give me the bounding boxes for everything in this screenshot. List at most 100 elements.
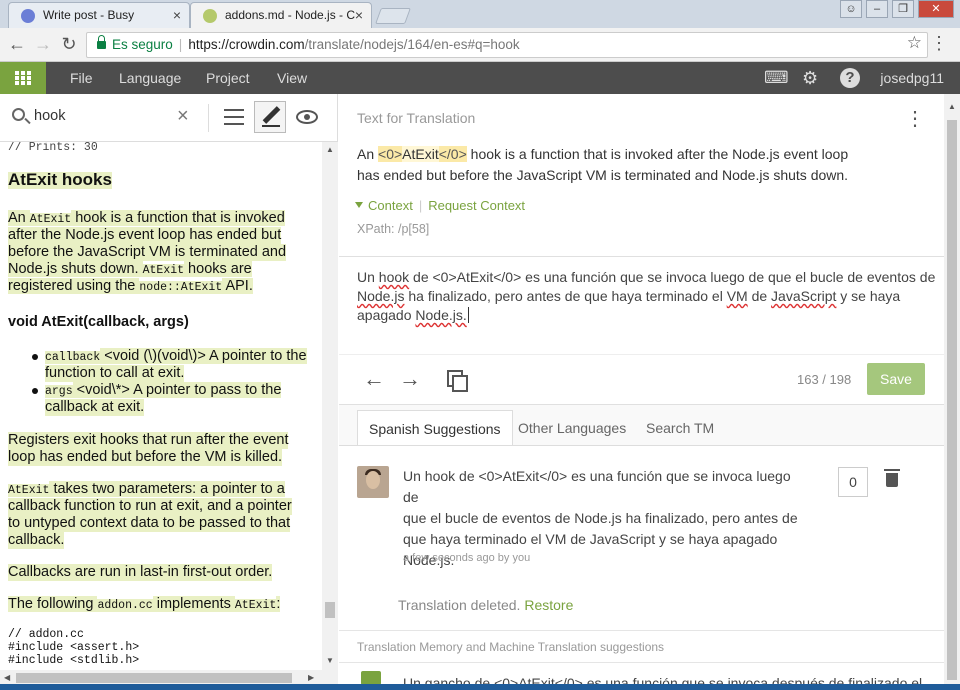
- close-window-button[interactable]: ✕: [918, 0, 954, 18]
- list-view-icon[interactable]: [224, 109, 244, 130]
- doc-list-item[interactable]: callback <void (\)(void\)> A pointer to …: [45, 348, 307, 367]
- tab-search-tm[interactable]: Search TM: [635, 410, 725, 446]
- browser-tab-crowdin[interactable]: addons.md - Node.js - C ×: [190, 2, 372, 28]
- scroll-left-icon[interactable]: ◀: [4, 673, 10, 682]
- lock-icon: [97, 35, 106, 49]
- context-links: Context | Request Context: [355, 198, 525, 213]
- url-input[interactable]: Es seguro | https://crowdin.com/translate/…: [86, 32, 928, 58]
- doc-paragraph-line[interactable]: The following addon.cc implements AtExit…: [8, 596, 281, 615]
- vote-count[interactable]: 0: [838, 467, 868, 497]
- document-panel: × // Prints: 30 AtExit hooks An AtExit h…: [0, 94, 338, 690]
- username[interactable]: josedpg11: [880, 70, 944, 86]
- clear-search-icon[interactable]: ×: [177, 105, 189, 128]
- edit-mode-button[interactable]: [254, 101, 286, 133]
- doc-heading[interactable]: AtExit hooks: [8, 171, 112, 189]
- code-comment: // Prints: 30: [8, 142, 98, 154]
- deleted-notice: Translation deleted. Restore: [398, 597, 574, 613]
- scroll-thumb[interactable]: [947, 120, 957, 680]
- tab-title: Write post - Busy: [43, 8, 135, 22]
- translation-textarea[interactable]: Un hook de <0>AtExit</0> es una función …: [357, 268, 947, 325]
- forward-icon[interactable]: →: [32, 34, 54, 54]
- code-line: #include <assert.h>: [8, 641, 140, 654]
- browser-tab-busy[interactable]: Write post - Busy ×: [8, 2, 190, 28]
- doc-paragraph-line[interactable]: callback function to run at exit, and a …: [8, 498, 292, 515]
- doc-paragraph-line[interactable]: Registers exit hooks that run after the …: [8, 432, 289, 449]
- doc-paragraph-line[interactable]: loop has ended but before the VM is kill…: [8, 449, 283, 466]
- tm-heading: Translation Memory and Machine Translati…: [339, 630, 944, 660]
- doc-paragraph-line[interactable]: registered using the node::AtExit API.: [8, 278, 253, 297]
- doc-paragraph-line[interactable]: Node.js shuts down. AtExit hooks are: [8, 261, 252, 280]
- code-line: // addon.cc: [8, 628, 84, 641]
- close-tab-icon[interactable]: ×: [355, 7, 363, 23]
- restore-button[interactable]: ❐: [892, 0, 914, 18]
- machine-translation-icon: [361, 671, 381, 685]
- help-icon[interactable]: ?: [840, 68, 860, 88]
- scroll-down-icon[interactable]: ▼: [326, 656, 334, 665]
- bookmark-star-icon[interactable]: ☆: [907, 33, 922, 53]
- request-context-link[interactable]: Request Context: [428, 198, 525, 213]
- tab-other-languages[interactable]: Other Languages: [507, 410, 637, 446]
- gear-icon[interactable]: ⚙: [802, 68, 818, 89]
- scroll-up-icon[interactable]: ▲: [326, 145, 334, 154]
- source-text: An <0>AtExit</0> hook is a function that…: [357, 146, 849, 183]
- copy-source-icon[interactable]: [447, 370, 468, 392]
- previous-string-icon[interactable]: ←: [363, 366, 385, 392]
- document-scrollbar[interactable]: ▲ ▼: [322, 142, 338, 670]
- doc-paragraph-line[interactable]: to untyped context data to be passed to …: [8, 515, 291, 532]
- crowdin-icon: [203, 9, 217, 23]
- doc-list-item[interactable]: args <void\*> A pointer to pass to the: [45, 382, 282, 401]
- bullet: [32, 388, 38, 394]
- caret-down-icon: [355, 202, 363, 208]
- menu-file[interactable]: File: [70, 70, 93, 86]
- menu-language[interactable]: Language: [119, 70, 181, 86]
- secure-label: Es seguro: [112, 37, 173, 52]
- app-toolbar: File Language Project View ⌨ ⚙ ? josedpg…: [0, 62, 960, 94]
- new-tab-button[interactable]: [375, 8, 411, 24]
- suggestion-meta: a few seconds ago by you: [403, 552, 531, 564]
- doc-paragraph-line[interactable]: AtExit takes two parameters: a pointer t…: [8, 481, 285, 500]
- preview-eye-icon[interactable]: [296, 110, 318, 124]
- more-options-icon[interactable]: ⋮: [905, 106, 925, 131]
- restore-link[interactable]: Restore: [524, 597, 573, 613]
- doc-paragraph-line[interactable]: An AtExit hook is a function that is inv…: [8, 210, 285, 229]
- translation-panel: Text for Translation ⋮ An <0>AtExit</0> …: [339, 94, 960, 690]
- editor-scrollbar[interactable]: ▲: [944, 94, 960, 690]
- search-bar: ×: [0, 94, 338, 142]
- doc-list-item-cont[interactable]: callback at exit.: [45, 399, 145, 416]
- xpath-label: XPath: /p[58]: [357, 222, 430, 236]
- character-counter: 163 / 198: [797, 372, 852, 387]
- keyboard-icon[interactable]: ⌨: [764, 68, 789, 88]
- doc-list-item-cont[interactable]: function to call at exit.: [45, 365, 185, 382]
- save-button[interactable]: Save: [867, 363, 925, 395]
- url-path: /translate/nodejs/164/en-es#q=hook: [304, 37, 520, 52]
- tab-spanish-suggestions[interactable]: Spanish Suggestions: [357, 410, 513, 446]
- doc-subheading[interactable]: void AtExit(callback, args): [8, 314, 189, 331]
- doc-paragraph-line[interactable]: Callbacks are run in last-in first-out o…: [8, 564, 273, 581]
- trash-icon[interactable]: [884, 469, 900, 487]
- close-tab-icon[interactable]: ×: [173, 7, 181, 23]
- menu-project[interactable]: Project: [206, 70, 250, 86]
- minimize-button[interactable]: –: [866, 0, 888, 18]
- scroll-up-icon[interactable]: ▲: [948, 102, 956, 111]
- back-icon[interactable]: ←: [6, 34, 28, 54]
- context-toggle[interactable]: Context: [355, 198, 413, 213]
- menu-view[interactable]: View: [277, 70, 307, 86]
- hscroll-thumb[interactable]: [16, 673, 292, 683]
- search-input[interactable]: [34, 108, 164, 124]
- bullet: [32, 354, 38, 360]
- doc-paragraph-line[interactable]: callback.: [8, 532, 65, 549]
- apps-grid-icon[interactable]: [0, 62, 46, 94]
- scroll-right-icon[interactable]: ▶: [308, 673, 314, 682]
- url-host: https://crowdin.com: [188, 37, 305, 52]
- reload-icon[interactable]: ↻: [58, 34, 80, 54]
- browser-menu-icon[interactable]: ⋮: [930, 33, 948, 54]
- next-string-icon[interactable]: →: [399, 366, 421, 392]
- doc-paragraph-line[interactable]: after the Node.js event loop has ended b…: [8, 227, 282, 244]
- doc-paragraph-line[interactable]: before the JavaScript VM is terminated a…: [8, 244, 287, 261]
- avatar[interactable]: [357, 466, 389, 498]
- code-line: #include <stdlib.h>: [8, 654, 140, 667]
- busy-icon: [21, 9, 35, 23]
- user-icon[interactable]: ☺: [840, 0, 862, 18]
- address-bar: ← → ↻ Es seguro | https://crowdin.com/tran…: [0, 28, 960, 62]
- scroll-thumb[interactable]: [325, 602, 335, 618]
